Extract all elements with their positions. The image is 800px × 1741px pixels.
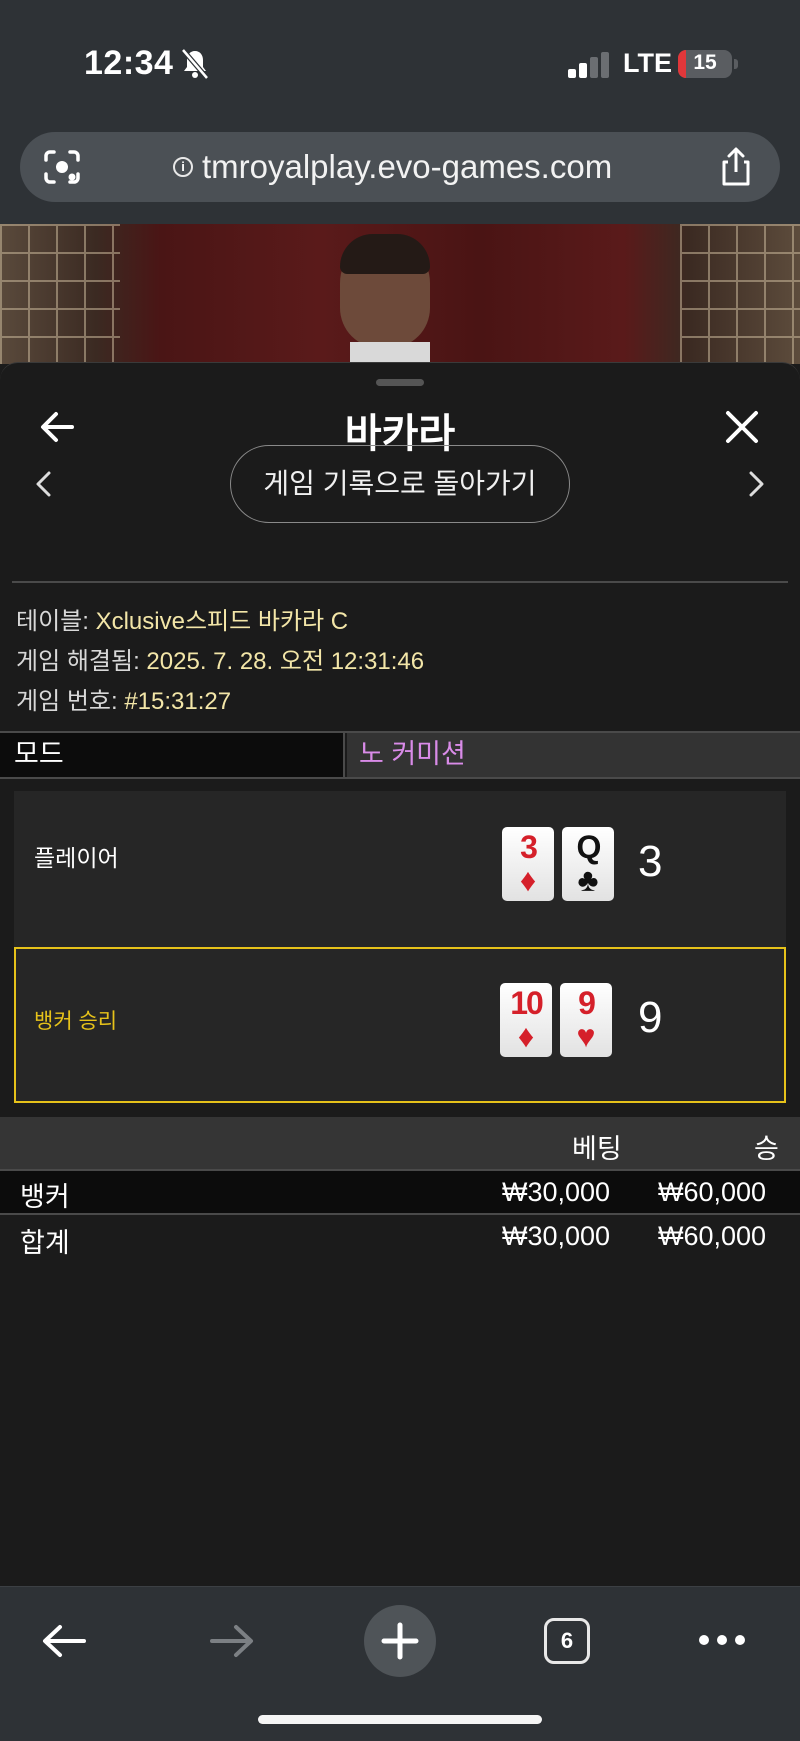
card-suit: ♣ [577,862,599,898]
new-tab-button[interactable] [364,1605,436,1677]
player-card-2: Q ♣ [562,827,614,901]
more-icon[interactable] [698,1633,746,1647]
table-label: 테이블: [16,608,89,635]
camera-lens-icon[interactable] [42,148,82,186]
info-icon[interactable]: i [173,157,193,177]
address-bar[interactable]: i tmroyalplay.evo-games.com [20,132,780,202]
total-bet: ₩30,000 [502,1221,611,1251]
status-bar: 12:34 LTE 15 [0,0,800,120]
live-video-feed [0,224,800,364]
col-win: 승 [754,1134,779,1164]
nav-back-icon[interactable] [40,1621,88,1661]
player-label: 플레이어 [34,845,119,871]
col-bet: 베팅 [572,1134,622,1164]
chevron-left-icon[interactable] [32,469,56,499]
win-amount: ₩60,000 [658,1177,767,1207]
player-hand: 플레이어 3 ♦ Q ♣ 3 [14,791,786,947]
decor-lattice-left [0,224,120,364]
network-type: LTE [623,48,672,78]
dealer-collar [350,342,430,364]
browser-bottom-nav: 6 [0,1586,800,1741]
battery-indicator: 15 [678,50,732,78]
tabs-icon[interactable]: 6 [544,1618,590,1664]
chevron-right-icon[interactable] [744,469,768,499]
game-number-info: 게임 번호: #15:31:27 [16,681,231,716]
nav-forward-icon[interactable] [208,1621,256,1661]
decor-lattice-right [680,224,800,364]
player-card-1: 3 ♦ [502,827,554,901]
bell-slash-icon [181,48,209,80]
total-label: 합계 [20,1228,70,1258]
plus-icon [381,1622,419,1660]
signal-icon [568,52,609,78]
game-details-sheet: 바카라 게임 기록으로 돌아가기 테이블: Xclusive스피드 바카라 C … [0,362,800,1587]
home-indicator[interactable] [258,1715,542,1724]
resolved-label: 게임 해결됨: [16,648,140,675]
mode-label: 모드 [0,733,345,777]
table-info: 테이블: Xclusive스피드 바카라 C [16,601,348,636]
bet-amount: ₩30,000 [502,1177,611,1207]
card-suit: ♦ [519,862,537,898]
battery-level: 15 [693,51,717,74]
resolved-value: 2025. 7. 28. 오전 12:31:46 [146,648,425,675]
url-text[interactable]: tmroyalplay.evo-games.com [202,148,612,186]
bets-table-header: 베팅 승 [0,1117,800,1171]
browser-toolbar: i tmroyalplay.evo-games.com [0,120,800,224]
sheet-grabber[interactable] [376,379,424,386]
banker-score: 9 [638,993,663,1042]
banker-hand: 뱅커 승리 10 ♦ 9 ♥ 9 [14,947,786,1103]
back-to-history-button[interactable]: 게임 기록으로 돌아가기 [230,445,570,523]
battery-tip [734,59,738,69]
card-rank: 10 [510,985,544,1021]
close-icon[interactable] [722,407,762,447]
player-score: 3 [638,837,663,886]
card-rank: 3 [520,829,538,865]
table-value: Xclusive스피드 바카라 C [95,608,349,635]
banker-label: 뱅커 승리 [34,1010,118,1033]
mode-value: 노 커미션 [347,733,800,777]
bet-name: 뱅커 [20,1182,70,1212]
game-number-value: #15:31:27 [124,688,232,715]
divider [12,581,788,583]
game-number-label: 게임 번호: [16,688,118,715]
card-suit: ♥ [576,1018,596,1054]
card-suit: ♦ [517,1018,535,1054]
card-rank: 9 [578,985,596,1021]
resolved-info: 게임 해결됨: 2025. 7. 28. 오전 12:31:46 [16,641,424,676]
total-win: ₩60,000 [658,1221,767,1251]
dealer-hair [340,234,430,274]
card-rank: Q [576,829,602,865]
mode-row: 모드 노 커미션 [0,731,800,779]
banker-card-1: 10 ♦ [500,983,552,1057]
total-row: 합계 ₩30,000 ₩60,000 [0,1215,800,1258]
clock: 12:34 [84,44,174,82]
share-icon[interactable] [716,146,756,188]
banker-card-2: 9 ♥ [560,983,612,1057]
table-row: 뱅커 ₩30,000 ₩60,000 [0,1171,800,1215]
